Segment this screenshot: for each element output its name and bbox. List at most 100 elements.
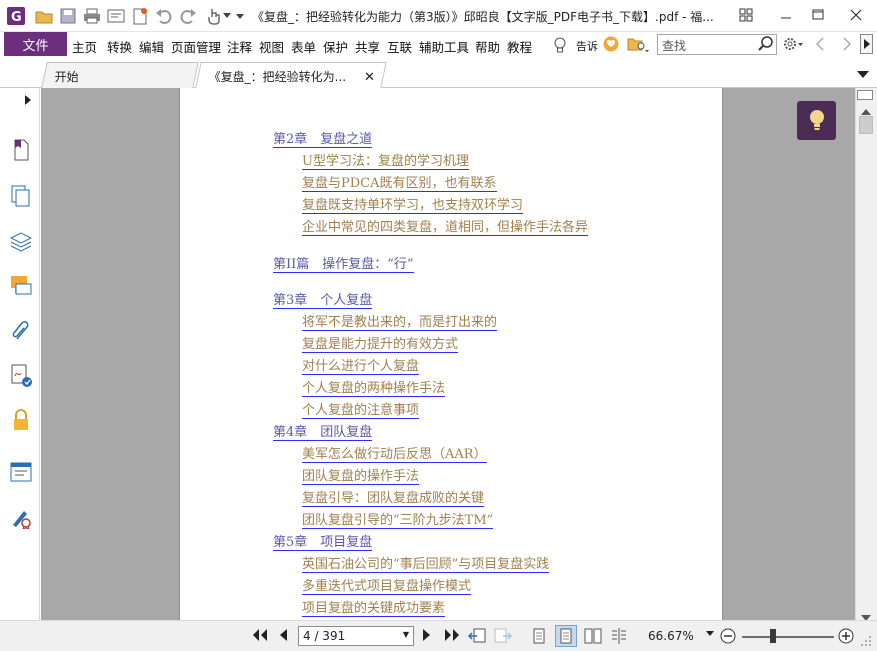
- resize-grip-icon[interactable]: [860, 635, 872, 647]
- close-window-button[interactable]: [844, 4, 868, 26]
- toc-entry[interactable]: 多重迭代式项目复盘操作模式: [302, 575, 472, 595]
- toc-entry[interactable]: 项目复盘的关键成功要素: [302, 597, 446, 617]
- bookmark-icon[interactable]: [9, 138, 33, 162]
- signature-icon[interactable]: [9, 364, 33, 388]
- toc-entry[interactable]: 英国石油公司的“事后回顾”与项目复盘实践: [302, 553, 550, 573]
- nav-back-icon[interactable]: [815, 37, 825, 54]
- tab-start[interactable]: 开始: [41, 62, 199, 88]
- tell-me-label[interactable]: 告诉: [576, 38, 598, 54]
- toc-entry[interactable]: 美军怎么做行动后反思（AAR）: [302, 443, 487, 463]
- app-logo-icon[interactable]: G: [6, 6, 26, 26]
- toc-entry[interactable]: 团队复盘引导的“三阶九步法TM”: [302, 509, 494, 529]
- toc-entry[interactable]: 将军不是教出来的，而是打出来的: [302, 311, 498, 331]
- search-icon[interactable]: [758, 36, 774, 55]
- ribbon-expand-icon[interactable]: [860, 34, 873, 54]
- zoom-out-icon[interactable]: [720, 628, 736, 644]
- page-number-input[interactable]: 4 / 391 ▼: [298, 626, 414, 646]
- toc-entry[interactable]: 复盘引导：团队复盘成败的关键: [302, 487, 485, 507]
- minimize-button[interactable]: [774, 4, 798, 26]
- properties-icon[interactable]: [106, 6, 126, 26]
- find-folder-icon[interactable]: [627, 36, 649, 55]
- vertical-scrollbar[interactable]: [855, 88, 877, 621]
- restore-button[interactable]: [806, 4, 830, 26]
- quick-access-dropdown-icon[interactable]: [222, 6, 232, 26]
- menu-share[interactable]: 共享: [355, 37, 380, 56]
- zoom-level[interactable]: 66.67%: [648, 629, 694, 643]
- save-icon[interactable]: [58, 6, 78, 26]
- attachments-icon[interactable]: [9, 318, 33, 342]
- redo-icon[interactable]: [178, 6, 198, 26]
- nav-forward-icon[interactable]: [842, 37, 852, 54]
- zoom-slider-knob[interactable]: [770, 629, 776, 643]
- undo-icon[interactable]: [154, 6, 174, 26]
- toc-entry[interactable]: 第II篇 操作复盘：“行”: [273, 253, 414, 273]
- feedback-icon[interactable]: [603, 36, 619, 55]
- page-number-text: 4 / 391: [303, 629, 346, 643]
- toc-entry[interactable]: 复盘是能力提升的有效方式: [302, 333, 459, 353]
- ribbon-display-icon[interactable]: [734, 4, 758, 26]
- tips-lightbulb-button[interactable]: [797, 101, 836, 140]
- menu-edit[interactable]: 编辑: [139, 37, 164, 56]
- first-page-icon[interactable]: [252, 628, 268, 642]
- document-view[interactable]: 第2章 复盘之道 U型学习法：复盘的学习机理 复盘与PDCA既有区别，也有联系 …: [41, 88, 855, 620]
- toc-entry[interactable]: 个人复盘的两种操作手法: [302, 377, 446, 397]
- tab-document-label: 《复盘_：把经验转化为...: [208, 70, 347, 84]
- toc-entry[interactable]: 个人复盘的注意事项: [302, 399, 420, 419]
- file-menu[interactable]: 文件: [4, 32, 67, 56]
- toc-entry[interactable]: 复盘与PDCA既有区别，也有联系: [302, 172, 497, 192]
- tab-document[interactable]: 《复盘_：把经验转化为...: [195, 62, 387, 88]
- print-icon[interactable]: [82, 6, 102, 26]
- customize-dropdown-icon[interactable]: [234, 6, 246, 26]
- settings-gear-icon[interactable]: [782, 36, 804, 55]
- zoom-dropdown-icon[interactable]: [706, 631, 714, 637]
- form-fields-icon[interactable]: [9, 460, 33, 484]
- zoom-slider[interactable]: [742, 636, 834, 638]
- toc-entry[interactable]: 企业中常见的四类复盘，道相同，但操作手法各异: [302, 216, 589, 236]
- comments-icon[interactable]: [9, 274, 33, 298]
- toc-entry[interactable]: 团队复盘的操作手法: [302, 465, 420, 485]
- tab-list-dropdown-icon[interactable]: [857, 68, 869, 82]
- toc-entry[interactable]: 复盘既支持单环学习，也支持双环学习: [302, 194, 524, 214]
- toc-entry[interactable]: 第3章 个人复盘: [273, 289, 373, 309]
- menu-home[interactable]: 主页: [72, 37, 97, 56]
- single-page-view-icon[interactable]: [532, 628, 546, 644]
- menu-tutorial[interactable]: 教程: [507, 37, 532, 56]
- page-dropdown-icon[interactable]: ▼: [403, 630, 409, 639]
- panel-expand-icon[interactable]: [25, 94, 31, 108]
- tab-close-icon[interactable]: ✕: [364, 70, 375, 85]
- zoom-in-icon[interactable]: [838, 628, 854, 644]
- menu-protect[interactable]: 保护: [323, 37, 348, 56]
- lightbulb-icon[interactable]: [553, 36, 567, 57]
- open-folder-icon[interactable]: [34, 6, 54, 26]
- tab-start-label: 开始: [54, 70, 79, 84]
- menu-comment[interactable]: 注释: [227, 37, 252, 56]
- layers-icon[interactable]: [9, 230, 33, 254]
- menu-accessibility[interactable]: 辅助工具: [419, 37, 469, 56]
- last-page-icon[interactable]: [444, 628, 460, 642]
- toc-entry[interactable]: 对什么进行个人复盘: [302, 355, 420, 375]
- next-view-icon[interactable]: [494, 628, 512, 644]
- menu-convert[interactable]: 转换: [107, 37, 132, 56]
- menu-form[interactable]: 表单: [291, 37, 316, 56]
- hand-tool-icon[interactable]: [204, 6, 224, 26]
- scrollbar-split-handle[interactable]: [857, 90, 873, 100]
- toc-entry[interactable]: 第2章 复盘之道: [273, 128, 373, 148]
- toc-entry[interactable]: U型学习法：复盘的学习机理: [302, 150, 469, 170]
- toc-entry[interactable]: 第4章 团队复盘: [273, 421, 373, 441]
- menu-connect[interactable]: 互联: [387, 37, 412, 56]
- pages-icon[interactable]: [9, 184, 33, 208]
- security-icon[interactable]: [9, 408, 33, 432]
- fill-sign-icon[interactable]: [9, 506, 33, 530]
- continuous-view-icon[interactable]: [555, 625, 577, 647]
- scrollbar-thumb[interactable]: [859, 116, 873, 134]
- menu-view[interactable]: 视图: [259, 37, 284, 56]
- toc-entry[interactable]: 第5章 项目复盘: [273, 531, 373, 551]
- menu-help[interactable]: 帮助: [475, 37, 500, 56]
- continuous-facing-view-icon[interactable]: [610, 628, 628, 644]
- new-document-icon[interactable]: [130, 6, 150, 26]
- previous-page-icon[interactable]: [278, 628, 288, 642]
- previous-view-icon[interactable]: [468, 628, 486, 644]
- menu-page-management[interactable]: 页面管理: [171, 37, 221, 56]
- facing-view-icon[interactable]: [584, 628, 602, 644]
- next-page-icon[interactable]: [422, 628, 432, 642]
